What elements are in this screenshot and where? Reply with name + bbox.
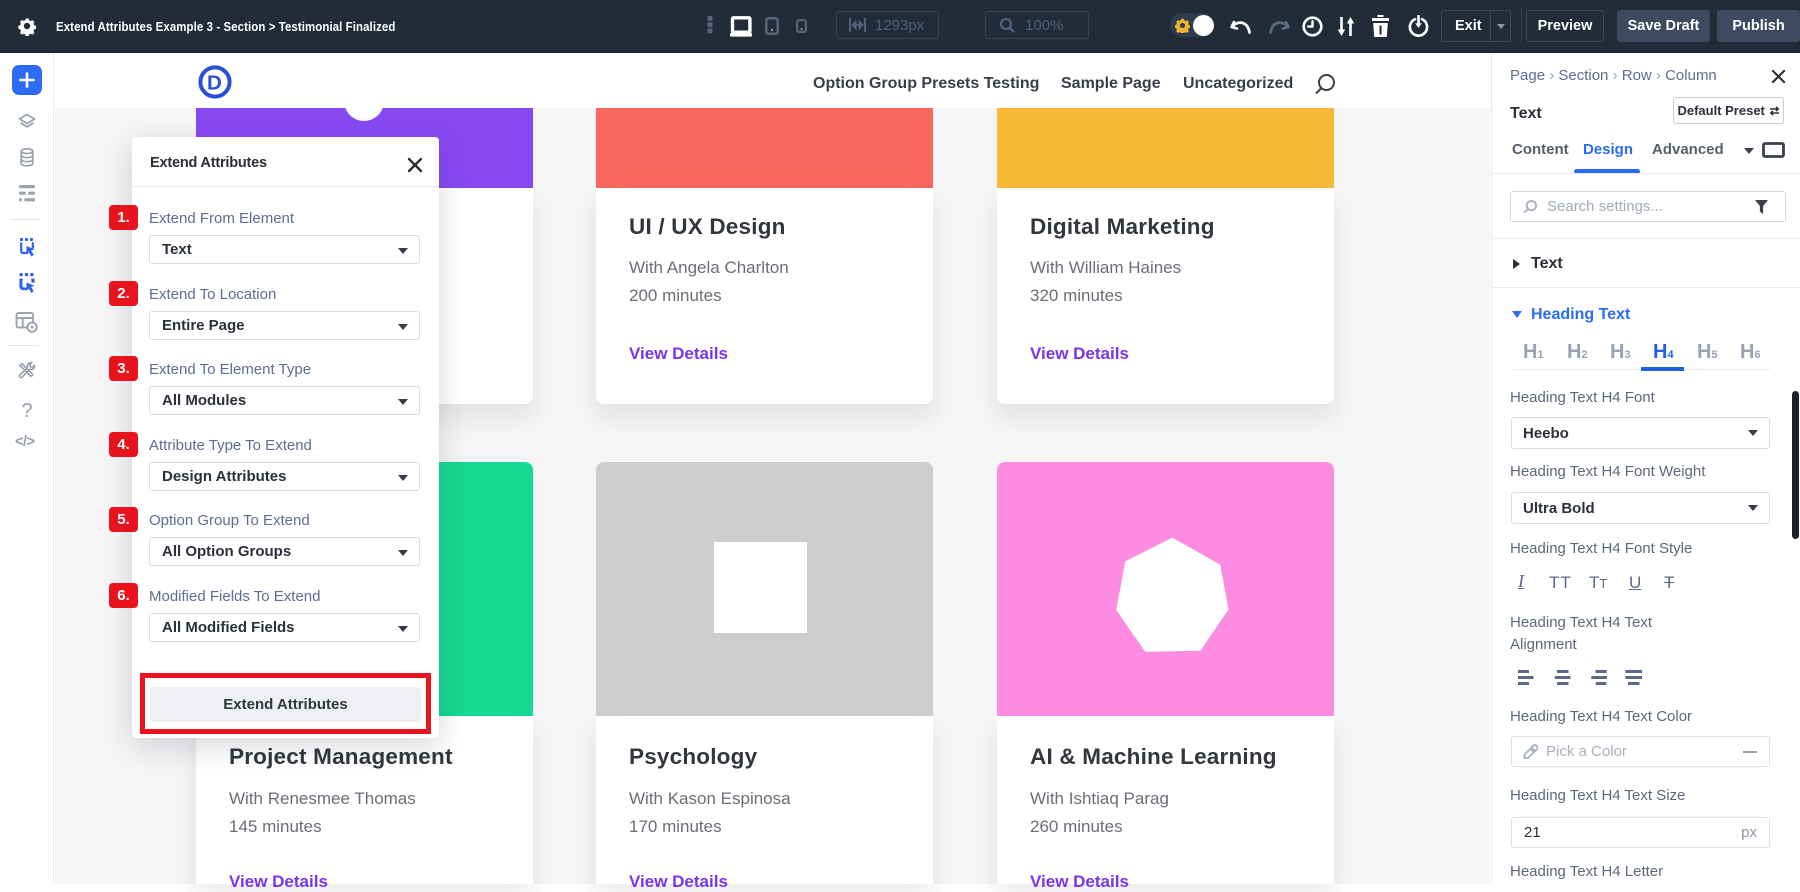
svg-text:D: D	[207, 72, 222, 95]
